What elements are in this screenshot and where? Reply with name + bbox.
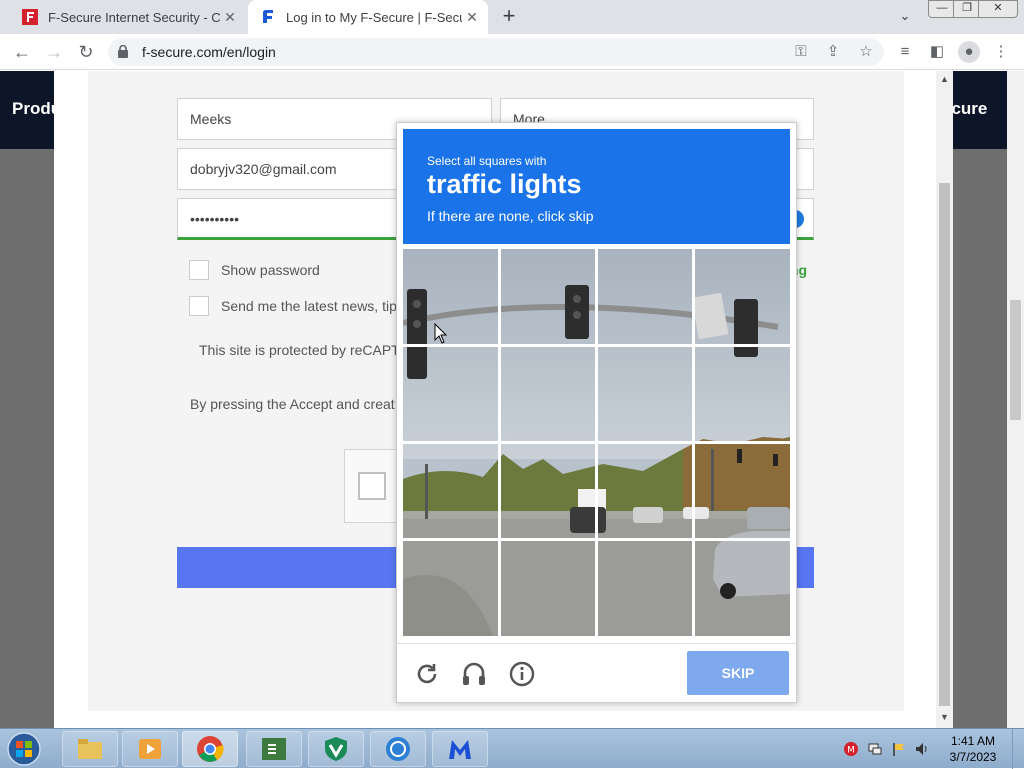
modal-scrollbar-thumb[interactable]	[939, 183, 950, 706]
bookmark-star-icon[interactable]: ☆	[855, 41, 877, 63]
grid-tile-6[interactable]	[501, 347, 595, 441]
recaptcha-checkbox[interactable]	[358, 472, 386, 500]
back-arrow-icon[interactable]: ←	[8, 34, 36, 70]
grid-tile-2[interactable]	[501, 249, 595, 344]
windows-taskbar: M 1:41 AM 3/7/2023	[0, 728, 1024, 769]
grid-tile-8[interactable]	[695, 347, 790, 441]
browser-toolbar: ← → ↻ f-secure.com/en/login ⚿ ⇪ ☆ ≡ ◧ ● …	[0, 34, 1024, 70]
grid-tile-16[interactable]	[695, 541, 790, 636]
menu-kebab-icon[interactable]: ⋮	[990, 41, 1012, 63]
grid-tile-10[interactable]	[501, 444, 595, 538]
skype-icon	[386, 737, 410, 761]
close-tab-icon[interactable]: ✕	[220, 9, 240, 26]
svg-text:M: M	[847, 746, 855, 756]
grid-tile-11[interactable]	[598, 444, 692, 538]
reload-icon[interactable]	[414, 661, 440, 687]
challenge-target: traffic lights	[427, 169, 582, 199]
malwarebytes-tray-icon[interactable]: M	[843, 741, 859, 757]
challenge-image-grid	[403, 249, 790, 636]
taskbar-skype[interactable]	[370, 731, 426, 767]
terms-notice: By pressing the Accept and creat	[190, 396, 395, 412]
challenge-hint: If there are none, click skip	[427, 208, 594, 224]
footer-divider	[397, 643, 796, 644]
scroll-down-icon[interactable]: ▼	[936, 712, 953, 722]
tab-fsecure-login[interactable]: Log in to My F-Secure | F-Secure ✕	[248, 0, 488, 34]
taskbar-explorer[interactable]	[62, 731, 118, 767]
csharp-icon	[262, 738, 286, 760]
close-window-button[interactable]: ✕	[978, 0, 1018, 18]
new-tab-button[interactable]: +	[496, 4, 522, 30]
show-password-label: Show password	[221, 262, 320, 278]
grid-tile-15[interactable]	[598, 541, 692, 636]
grid-tile-3[interactable]	[598, 249, 692, 344]
chrome-icon	[197, 736, 224, 762]
network-icon[interactable]	[867, 741, 883, 757]
share-icon[interactable]: ⇪	[822, 41, 844, 63]
forward-arrow-icon[interactable]: →	[40, 34, 68, 70]
grid-tile-4[interactable]	[695, 249, 790, 344]
tab-fsecure-download[interactable]: F-Secure Internet Security - Скач ✕	[10, 0, 246, 34]
recaptcha-widget	[344, 449, 398, 523]
page-scrollbar-thumb[interactable]	[1010, 300, 1021, 420]
tab-title: F-Secure Internet Security - Скач	[48, 9, 220, 25]
show-password-checkbox[interactable]	[189, 260, 209, 280]
key-icon[interactable]: ⚿	[790, 41, 812, 63]
challenge-instruction: Select all squares with	[427, 154, 547, 168]
fsecure-blue-icon	[263, 10, 273, 23]
lock-icon[interactable]	[118, 45, 128, 58]
folder-icon	[78, 739, 102, 759]
tab-search-icon[interactable]: ⌄	[894, 8, 916, 26]
media-player-icon	[139, 739, 161, 759]
url-text: f-secure.com/en/login	[142, 44, 276, 60]
windows-start-icon[interactable]	[4, 731, 44, 767]
reload-icon[interactable]: ↻	[72, 34, 100, 70]
volume-icon[interactable]	[914, 741, 930, 757]
clock-time[interactable]: 1:41 AM	[946, 734, 1000, 748]
skip-button[interactable]: SKIP	[687, 651, 789, 695]
headphones-icon[interactable]	[461, 661, 487, 687]
challenge-header: Select all squares with traffic lights I…	[403, 129, 790, 244]
grid-tile-5[interactable]	[403, 347, 498, 441]
action-center-flag-icon[interactable]	[891, 741, 907, 757]
clock-date[interactable]: 3/7/2023	[946, 750, 1000, 764]
grid-tile-7[interactable]	[598, 347, 692, 441]
taskbar-chrome[interactable]	[182, 731, 238, 767]
taskbar-malwarebytes[interactable]	[432, 731, 488, 767]
show-desktop-button[interactable]	[1012, 729, 1024, 769]
fsecure-red-icon	[22, 9, 38, 25]
grid-tile-13[interactable]	[403, 541, 498, 636]
reading-list-icon[interactable]: ≡	[894, 41, 916, 63]
grid-tile-1[interactable]	[403, 249, 498, 344]
info-icon[interactable]	[509, 661, 535, 687]
profile-avatar-icon[interactable]: ●	[958, 41, 980, 63]
grid-tile-14[interactable]	[501, 541, 595, 636]
newsletter-checkbox[interactable]	[189, 296, 209, 316]
taskbar-shield-app[interactable]	[308, 731, 364, 767]
recaptcha-challenge-dialog: Select all squares with traffic lights I…	[396, 122, 797, 703]
tab-strip: F-Secure Internet Security - Скач ✕ Log …	[0, 0, 1024, 34]
tab-title: Log in to My F-Secure | F-Secure	[286, 9, 462, 25]
grid-tile-9[interactable]	[403, 444, 498, 538]
close-tab-icon[interactable]: ✕	[462, 9, 482, 26]
mouse-cursor-icon	[434, 323, 448, 344]
minimize-button[interactable]: —	[928, 0, 956, 18]
malwarebytes-icon	[449, 740, 471, 759]
restore-button[interactable]: ❐	[953, 0, 981, 18]
recaptcha-notice: This site is protected by reCAPT	[199, 342, 400, 358]
side-panel-icon[interactable]: ◧	[926, 41, 948, 63]
taskbar-csharp-editor[interactable]	[246, 731, 302, 767]
address-bar[interactable]: f-secure.com/en/login	[108, 38, 884, 66]
newsletter-label: Send me the latest news, tip	[221, 298, 397, 314]
taskbar-media-player[interactable]	[122, 731, 178, 767]
shield-icon	[325, 737, 347, 761]
grid-tile-12[interactable]	[695, 444, 790, 538]
scroll-up-icon[interactable]: ▲	[936, 74, 953, 84]
